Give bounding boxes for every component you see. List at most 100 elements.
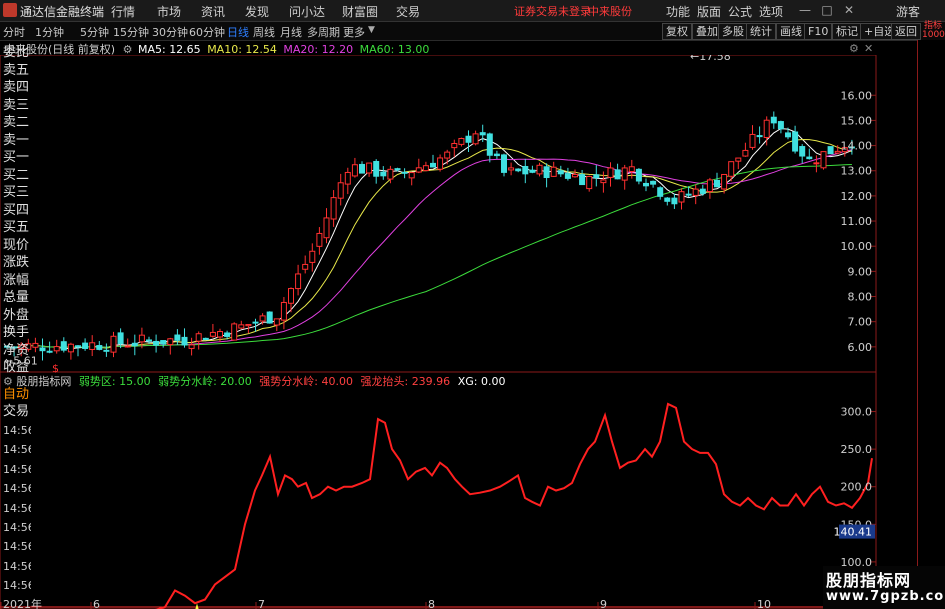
chart-settings-icon[interactable]: ⚙ bbox=[849, 42, 859, 55]
quote-field-label: 买五 bbox=[3, 220, 29, 235]
menu-faxian[interactable]: 发现 bbox=[245, 3, 269, 20]
period-multi[interactable]: 多周期 bbox=[307, 24, 340, 40]
candle-body bbox=[643, 182, 649, 187]
period-fenshi[interactable]: 分时 bbox=[3, 24, 25, 40]
back-button[interactable]: 返回 bbox=[891, 23, 921, 40]
candle-body bbox=[266, 311, 273, 324]
period-30min[interactable]: 30分钟 bbox=[152, 24, 188, 40]
quote-field-label: 卖五 bbox=[3, 62, 29, 78]
candle-body bbox=[366, 162, 373, 174]
candle-body bbox=[827, 146, 834, 155]
candle-body bbox=[621, 167, 628, 181]
candle-body bbox=[245, 324, 252, 327]
menu-shichang[interactable]: 市场 bbox=[157, 3, 181, 20]
candle-body bbox=[607, 167, 614, 178]
menu-caifuquan[interactable]: 财富圈 bbox=[342, 3, 378, 20]
period-5min[interactable]: 5分钟 bbox=[80, 24, 109, 40]
candle-body bbox=[650, 180, 657, 185]
candle-body bbox=[153, 340, 160, 346]
period-monthly[interactable]: 月线 bbox=[280, 24, 302, 40]
menu-gongshi[interactable]: 公式 bbox=[728, 3, 752, 20]
period-daily[interactable]: 日线 bbox=[227, 24, 249, 40]
menu-jiaoyi[interactable]: 交易 bbox=[396, 3, 420, 20]
tongji-button[interactable]: 统计 bbox=[746, 23, 776, 40]
period-60min[interactable]: 60分钟 bbox=[189, 24, 225, 40]
period-1min[interactable]: 1分钟 bbox=[35, 24, 64, 40]
menu-banmian[interactable]: 版面 bbox=[697, 3, 721, 20]
candle-body bbox=[635, 168, 642, 182]
candle-body bbox=[117, 332, 124, 345]
candle-body bbox=[699, 188, 706, 194]
candle-body bbox=[32, 342, 39, 348]
candle-body bbox=[422, 165, 429, 172]
trade-time: 14:56 bbox=[3, 482, 31, 496]
tab-auto[interactable]: 自动 bbox=[3, 386, 29, 403]
candle-body bbox=[465, 135, 472, 143]
candle-body bbox=[628, 166, 635, 173]
menu-hangqing[interactable]: 行情 bbox=[111, 3, 135, 20]
candle-body bbox=[777, 121, 784, 130]
candle-body bbox=[614, 169, 621, 180]
watermark-url: www.7gpzb.com bbox=[826, 589, 945, 604]
candle-body bbox=[181, 336, 188, 346]
quote-field-label: 买一 bbox=[3, 150, 29, 165]
candle-body bbox=[387, 168, 394, 180]
candle-body bbox=[714, 179, 720, 188]
menu-gongneng[interactable]: 功能 bbox=[666, 3, 690, 20]
candle-body bbox=[259, 315, 266, 322]
trade-time: 14:56 bbox=[3, 462, 31, 476]
tab-trades[interactable]: 交易 bbox=[3, 403, 29, 420]
candle-body bbox=[706, 179, 713, 192]
candle-body bbox=[380, 171, 387, 177]
candle-body bbox=[685, 193, 692, 196]
maximize-icon[interactable]: □ bbox=[818, 2, 836, 18]
close-icon[interactable]: ✕ bbox=[840, 2, 858, 18]
y-tick-label: 300.0 bbox=[841, 406, 873, 419]
candle-body bbox=[394, 168, 401, 171]
quote-field-label: 涨幅 bbox=[3, 272, 29, 288]
y-tick-label: 13.00 bbox=[841, 165, 873, 178]
candle-body bbox=[749, 133, 756, 148]
minimize-icon[interactable]: — bbox=[796, 2, 814, 18]
candle-body bbox=[543, 166, 550, 179]
period-weekly[interactable]: 周线 bbox=[253, 24, 275, 40]
candle-body bbox=[373, 160, 380, 177]
candle-body bbox=[110, 335, 117, 353]
candle-body bbox=[323, 217, 330, 239]
menu-wenxiaoda[interactable]: 问小达 bbox=[289, 3, 325, 20]
candle-body bbox=[359, 163, 365, 174]
login-warning[interactable]: 证券交易未登录 bbox=[514, 3, 591, 19]
candle-body bbox=[671, 197, 678, 205]
kline-chart[interactable]: 16.00 15.00 14.00 13.00 12.00 11.00 10.00 9.00 8… bbox=[0, 55, 917, 373]
candle-body bbox=[557, 170, 564, 175]
candle-body bbox=[238, 324, 245, 329]
candle-body bbox=[195, 333, 202, 342]
biaoji-button[interactable]: 标记 bbox=[832, 23, 862, 40]
candle-body bbox=[586, 175, 593, 190]
y-tick-label: 10.00 bbox=[841, 240, 873, 253]
huaxian-button[interactable]: 画线 bbox=[776, 23, 806, 40]
chart-close-icon[interactable]: ✕ bbox=[864, 42, 873, 55]
candle-body bbox=[408, 172, 415, 179]
quote-field-label: 卖四 bbox=[3, 80, 29, 95]
indicator-badge[interactable]: 指标 1000 bbox=[922, 22, 945, 40]
candle-body bbox=[96, 345, 103, 350]
trade-time: 14:56 bbox=[3, 540, 31, 554]
menu-xuanxiang[interactable]: 选项 bbox=[759, 3, 783, 20]
indicator-badge-value: 1000 bbox=[922, 30, 945, 40]
y-tick-label: 7.00 bbox=[848, 316, 873, 329]
candle-body bbox=[486, 133, 493, 156]
candle-body bbox=[146, 339, 152, 342]
fuquan-button[interactable]: 复权 bbox=[662, 23, 692, 40]
indicator-chart[interactable]: 300.0250.0200.0150.0100.050.00140.412021… bbox=[0, 372, 917, 609]
more-dropdown-icon[interactable]: ▼ bbox=[368, 25, 375, 35]
f10-button[interactable]: F10 bbox=[804, 23, 833, 40]
candle-body bbox=[415, 167, 422, 173]
guest-label[interactable]: 游客 bbox=[896, 3, 920, 20]
duogu-button[interactable]: 多股 bbox=[718, 23, 748, 40]
period-15min[interactable]: 15分钟 bbox=[113, 24, 149, 40]
period-more[interactable]: 更多 bbox=[343, 24, 365, 40]
candle-body bbox=[344, 171, 351, 185]
candle-body bbox=[735, 157, 742, 162]
menu-zixun[interactable]: 资讯 bbox=[201, 3, 225, 20]
